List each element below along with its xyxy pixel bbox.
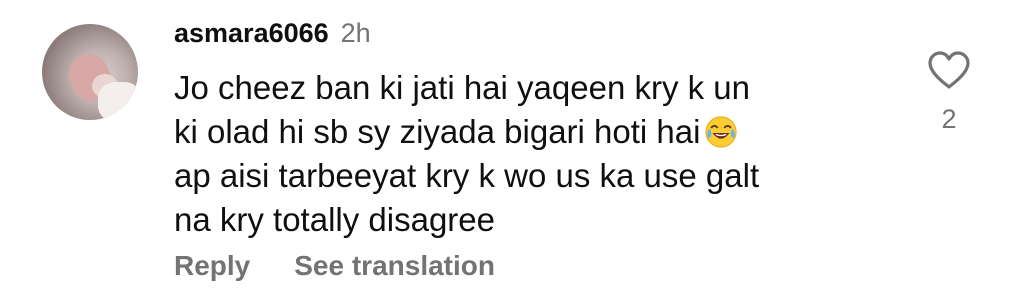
- comment-text-line-content: ki olad hi sb sy ziyada bigari hoti hai: [174, 113, 701, 150]
- comment-text-line: na kry totally disagree: [174, 201, 495, 238]
- comment-text-line: ap aisi tarbeeyat kry k wo us ka use gal…: [174, 157, 760, 194]
- comment-text: Jo cheez ban ki jati hai yaqeen kry k un…: [174, 66, 874, 242]
- avatar-image-cloth: [98, 82, 138, 120]
- comment-text-line: ki olad hi sb sy ziyada bigari hoti hai: [174, 110, 874, 154]
- like-count: 2: [941, 104, 957, 134]
- timestamp: 2h: [340, 18, 371, 48]
- see-translation-button[interactable]: See translation: [294, 250, 495, 282]
- laughing-emoji-icon: [705, 116, 738, 148]
- comment-item: asmara6066 2h Jo cheez ban ki jati hai y…: [0, 0, 1024, 302]
- username[interactable]: asmara6066: [174, 18, 329, 49]
- avatar[interactable]: [42, 24, 138, 120]
- comment-text-line: Jo cheez ban ki jati hai yaqeen kry k un: [174, 69, 751, 106]
- reply-button[interactable]: Reply: [174, 250, 250, 282]
- comment-actions: Reply See translation: [174, 250, 495, 282]
- comment-header: asmara6066 2h: [174, 18, 371, 49]
- heart-outline-icon[interactable]: [926, 50, 972, 90]
